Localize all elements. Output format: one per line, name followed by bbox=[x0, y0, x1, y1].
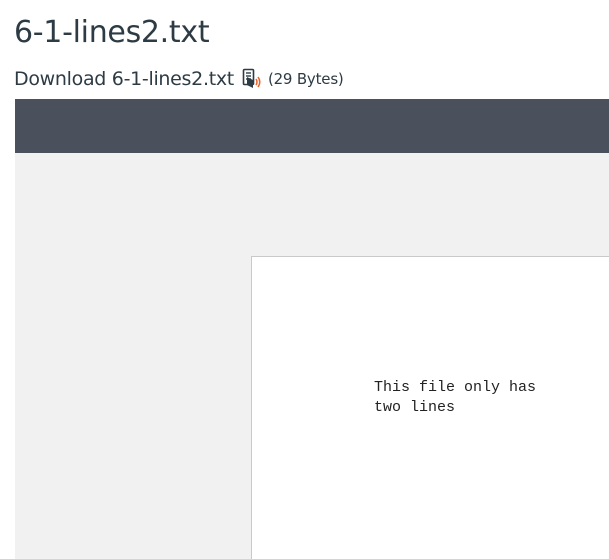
download-row: Download 6-1-lines2.txt (29 Bytes) bbox=[14, 68, 344, 90]
viewer-toolbar bbox=[15, 99, 609, 153]
file-content: This file only has two lines bbox=[374, 379, 537, 416]
page-title: 6-1-lines2.txt bbox=[14, 15, 210, 50]
immersive-reader-icon[interactable] bbox=[242, 68, 262, 90]
document-viewer[interactable]: This file only has two lines bbox=[15, 99, 609, 559]
document-page: This file only has two lines bbox=[251, 256, 609, 559]
file-size: (29 Bytes) bbox=[267, 70, 344, 88]
download-link[interactable]: Download 6-1-lines2.txt bbox=[14, 68, 234, 90]
